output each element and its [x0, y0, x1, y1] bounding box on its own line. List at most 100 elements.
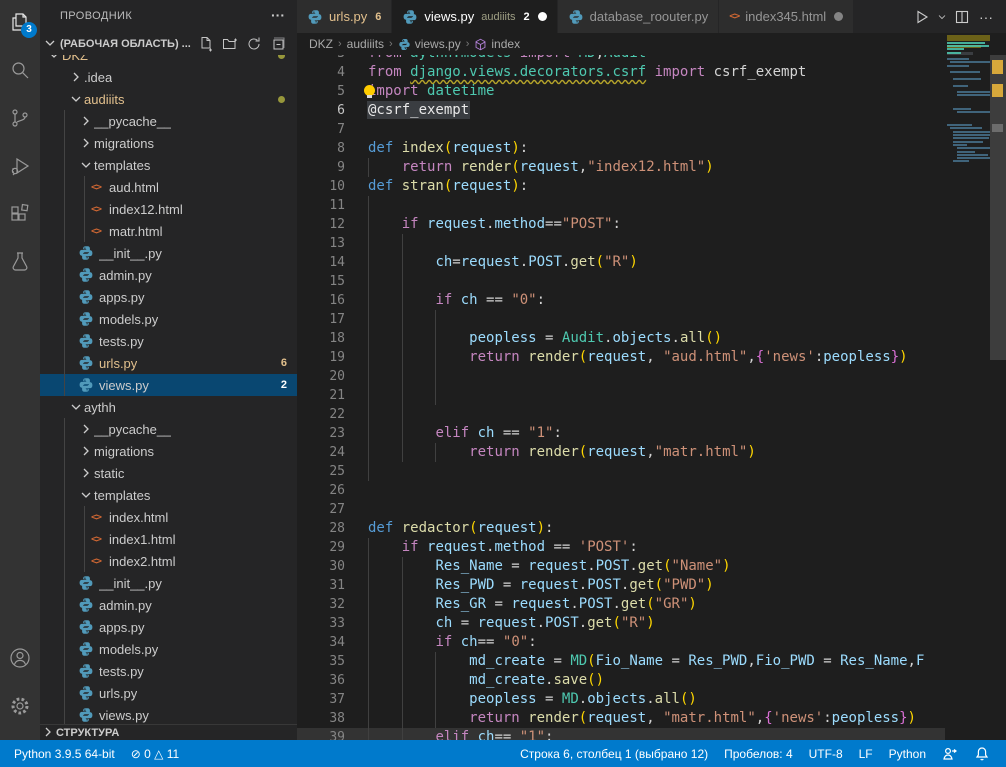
breadcrumb-item-audiiits[interactable]: audiiits [347, 37, 384, 51]
code-line-21[interactable]: 21 [297, 386, 945, 405]
code-action-lightbulb-icon[interactable] [363, 85, 376, 98]
explorer-icon[interactable]: 3 [0, 2, 40, 42]
code-line-4[interactable]: 4from django.views.decorators.csrf impor… [297, 63, 945, 82]
refresh-icon[interactable] [245, 35, 263, 53]
code-line-5[interactable]: 5import datetime [297, 82, 945, 101]
statusbar-problems[interactable]: ⊘ 0 △ 11 [123, 740, 187, 767]
tree-item--init-py[interactable]: __init__.py [40, 242, 297, 264]
code-line-8[interactable]: 8def index(request): [297, 139, 945, 158]
tree-item-index12-html[interactable]: <>index12.html [40, 198, 297, 220]
tree-item-matr-html[interactable]: <>matr.html [40, 220, 297, 242]
tree-item--pycache-[interactable]: __pycache__ [40, 418, 297, 440]
tree-item--pycache-[interactable]: __pycache__ [40, 110, 297, 132]
code-line-10[interactable]: 10def stran(request): [297, 177, 945, 196]
tree-item-apps-py[interactable]: apps.py [40, 286, 297, 308]
statusbar-python-interpreter[interactable]: Python 3.9.5 64-bit [6, 740, 123, 767]
tree-item-templates[interactable]: templates [40, 154, 297, 176]
tree-item--idea[interactable]: .idea [40, 66, 297, 88]
code-line-27[interactable]: 27 [297, 500, 945, 519]
code-line-17[interactable]: 17 [297, 310, 945, 329]
code-line-7[interactable]: 7 [297, 120, 945, 139]
code-line-36[interactable]: 36 md_create.save() [297, 671, 945, 690]
account-icon[interactable] [0, 638, 40, 678]
tree-item-models-py[interactable]: models.py [40, 638, 297, 660]
breadcrumb-item-index[interactable]: index [474, 37, 520, 51]
code-line-32[interactable]: 32 Res_GR = request.POST.get("GR") [297, 595, 945, 614]
workspace-section-header[interactable]: (РАБОЧАЯ ОБЛАСТЬ) ... [40, 33, 297, 55]
run-button[interactable] [912, 6, 932, 28]
sidebar-more-actions[interactable]: ··· [271, 0, 285, 33]
more-actions-button[interactable]: ··· [976, 6, 996, 28]
tree-item-apps-py[interactable]: apps.py [40, 616, 297, 638]
source-control-icon[interactable] [0, 98, 40, 138]
tree-item--init-py[interactable]: __init__.py [40, 572, 297, 594]
code-line-24[interactable]: 24 return render(request,"matr.html") [297, 443, 945, 462]
code-line-30[interactable]: 30 Res_Name = request.POST.get("Name") [297, 557, 945, 576]
code-line-12[interactable]: 12 if request.method=="POST": [297, 215, 945, 234]
minimap[interactable] [945, 33, 990, 740]
code-line-28[interactable]: 28def redactor(request): [297, 519, 945, 538]
code-line-31[interactable]: 31 Res_PWD = request.POST.get("PWD") [297, 576, 945, 595]
code-line-38[interactable]: 38 return render(request, "matr.html",{'… [297, 709, 945, 728]
code-line-19[interactable]: 19 return render(request, "aud.html",{'n… [297, 348, 945, 367]
tree-item-migrations[interactable]: migrations [40, 440, 297, 462]
tree-item-models-py[interactable]: models.py [40, 308, 297, 330]
code-line-13[interactable]: 13 [297, 234, 945, 253]
dirty-indicator-dot[interactable] [538, 12, 547, 21]
code-line-22[interactable]: 22 [297, 405, 945, 424]
extensions-icon[interactable] [0, 194, 40, 234]
code-line-16[interactable]: 16 if ch == "0": [297, 291, 945, 310]
tab-index345-html[interactable]: <>index345.html [719, 0, 854, 33]
tab-urls-py[interactable]: urls.py6 [297, 0, 392, 33]
code-line-33[interactable]: 33 ch = request.POST.get("R") [297, 614, 945, 633]
tree-item-views-py[interactable]: views.py [40, 704, 297, 724]
run-debug-icon[interactable] [0, 146, 40, 186]
split-editor-button[interactable] [952, 6, 972, 28]
testing-icon[interactable] [0, 242, 40, 282]
code-line-35[interactable]: 35 md_create = MD(Fio_Name = Res_PWD,Fio… [297, 652, 945, 671]
code-line-15[interactable]: 15 [297, 272, 945, 291]
statusbar-language-mode[interactable]: Python [881, 740, 934, 767]
code-line-14[interactable]: 14 ch=request.POST.get("R") [297, 253, 945, 272]
tree-item-index1-html[interactable]: <>index1.html [40, 528, 297, 550]
tree-item-views-py[interactable]: views.py2 [40, 374, 297, 396]
tree-item-index2-html[interactable]: <>index2.html [40, 550, 297, 572]
tree-item-admin-py[interactable]: admin.py [40, 264, 297, 286]
tree-item-tests-py[interactable]: tests.py [40, 660, 297, 682]
statusbar-indentation[interactable]: Пробелов: 4 [716, 740, 801, 767]
code-line-9[interactable]: 9 return render(request,"index12.html") [297, 158, 945, 177]
tree-item-admin-py[interactable]: admin.py [40, 594, 297, 616]
tree-item-tests-py[interactable]: tests.py [40, 330, 297, 352]
tab-database-roouter-py[interactable]: database_roouter.py [558, 0, 720, 33]
tree-item-urls-py[interactable]: urls.py6 [40, 352, 297, 374]
code-line-23[interactable]: 23 elif ch == "1": [297, 424, 945, 443]
code-line-20[interactable]: 20 [297, 367, 945, 386]
dirty-indicator-dot[interactable] [834, 12, 843, 21]
overview-ruler-scrollbar[interactable] [990, 33, 1006, 740]
tree-item-audiiits[interactable]: audiiits [40, 88, 297, 110]
tree-item-static[interactable]: static [40, 462, 297, 484]
statusbar-encoding[interactable]: UTF-8 [801, 740, 851, 767]
code-line-26[interactable]: 26 [297, 481, 945, 500]
code-line-34[interactable]: 34 if ch== "0": [297, 633, 945, 652]
notifications-bell-icon[interactable] [966, 740, 998, 767]
tree-item-urls-py[interactable]: urls.py [40, 682, 297, 704]
tree-item-migrations[interactable]: migrations [40, 132, 297, 154]
code-editor[interactable]: 3from aythh.models import MD,Audit4from … [297, 33, 1006, 740]
feedback-icon[interactable] [934, 740, 966, 767]
code-line-18[interactable]: 18 peopless = Audit.objects.all() [297, 329, 945, 348]
collapse-all-icon[interactable] [269, 35, 287, 53]
code-line-37[interactable]: 37 peopless = MD.objects.all() [297, 690, 945, 709]
new-file-icon[interactable] [197, 35, 215, 53]
tree-item-templates[interactable]: templates [40, 484, 297, 506]
code-line-29[interactable]: 29 if request.method == 'POST': [297, 538, 945, 557]
tree-item-aythh[interactable]: aythh [40, 396, 297, 418]
settings-gear-icon[interactable] [0, 686, 40, 726]
statusbar-cursor-position[interactable]: Строка 6, столбец 1 (выбрано 12) [512, 740, 716, 767]
search-icon[interactable] [0, 50, 40, 90]
tree-item-index-html[interactable]: <>index.html [40, 506, 297, 528]
tree-item-DKZ[interactable]: DKZ [40, 55, 297, 66]
run-dropdown-chevron-icon[interactable] [936, 6, 948, 28]
tab-views-py[interactable]: views.pyaudiiits2 [392, 0, 557, 33]
statusbar-eol[interactable]: LF [851, 740, 881, 767]
